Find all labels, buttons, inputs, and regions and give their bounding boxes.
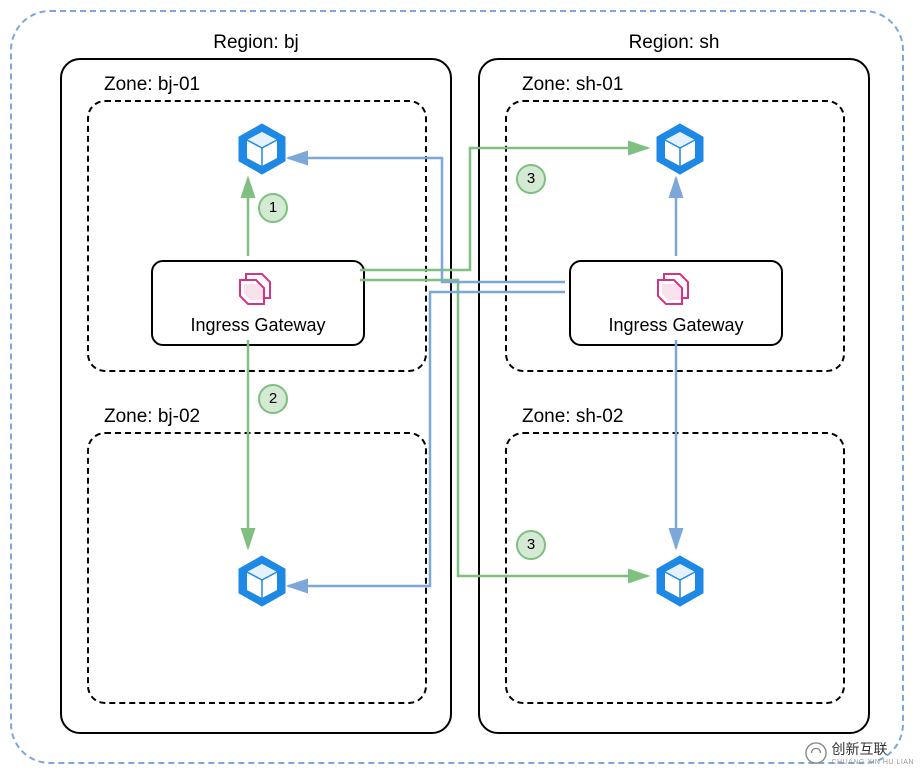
zone-bj-01-label: Zone: bj-01 bbox=[104, 74, 200, 96]
zone-bj-01: Zone: bj-01 Ingress Gateway bbox=[87, 100, 427, 372]
ingress-gateway-sh-label: Ingress Gateway bbox=[581, 315, 771, 336]
region-bj: Region: bj Zone: bj-01 In bbox=[60, 58, 452, 734]
zone-sh-02-label: Zone: sh-02 bbox=[522, 406, 623, 428]
priority-badge-1: 1 bbox=[258, 193, 288, 223]
zone-sh-02: Zone: sh-02 bbox=[505, 432, 845, 704]
zone-sh-01: Zone: sh-01 Ingress Gateway bbox=[505, 100, 845, 372]
watermark-brand: 创新互联 bbox=[831, 739, 914, 759]
zone-sh-01-label: Zone: sh-01 bbox=[522, 74, 623, 96]
kubernetes-cube-icon bbox=[653, 122, 707, 181]
ingress-gateway-bj-label: Ingress Gateway bbox=[163, 315, 353, 336]
ingress-gateway-bj: Ingress Gateway bbox=[151, 260, 365, 346]
kubernetes-cube-icon bbox=[235, 122, 289, 181]
priority-badge-3b: 3 bbox=[516, 530, 546, 560]
zone-bj-02: Zone: bj-02 bbox=[87, 432, 427, 704]
watermark-sub: CHUANG XIN HU LIAN bbox=[831, 759, 914, 766]
gateway-icon bbox=[236, 270, 280, 311]
gateway-icon bbox=[654, 270, 698, 311]
ingress-gateway-sh: Ingress Gateway bbox=[569, 260, 783, 346]
region-sh: Region: sh Zone: sh-01 Ingress Gateway bbox=[478, 58, 870, 734]
region-sh-label: Region: sh bbox=[629, 32, 720, 54]
kubernetes-cube-icon bbox=[235, 554, 289, 613]
region-bj-label: Region: bj bbox=[213, 32, 299, 54]
priority-badge-2: 2 bbox=[258, 384, 288, 414]
watermark: 创新互联 CHUANG XIN HU LIAN bbox=[805, 739, 914, 766]
priority-badge-3a: 3 bbox=[516, 164, 546, 194]
kubernetes-cube-icon bbox=[653, 554, 707, 613]
zone-bj-02-label: Zone: bj-02 bbox=[104, 406, 200, 428]
